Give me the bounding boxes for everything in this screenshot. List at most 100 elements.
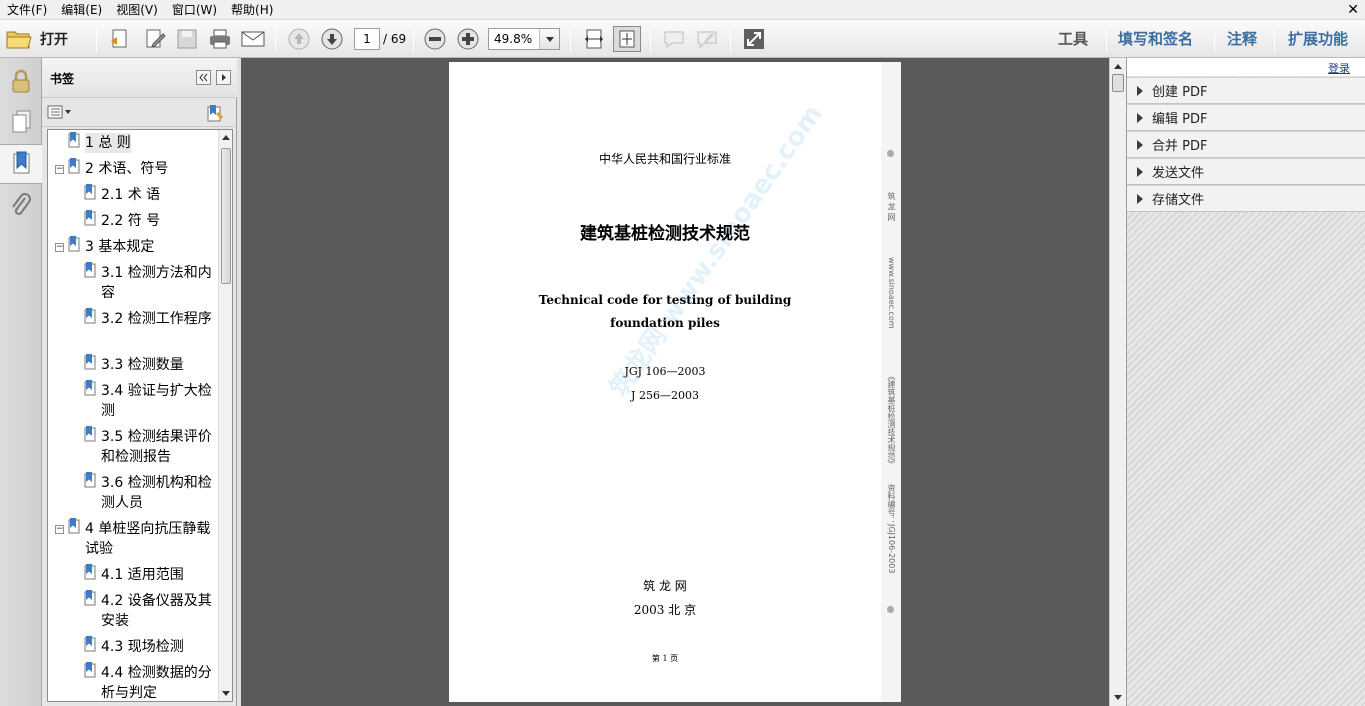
expand-icon — [744, 29, 764, 49]
bookmark-item[interactable]: 4 单桩竖向抗压静载试验 — [68, 518, 218, 559]
scroll-up-icon[interactable] — [222, 134, 230, 140]
scroll-down-icon[interactable] — [1114, 695, 1122, 701]
menu-view[interactable]: 视图(V) — [109, 0, 165, 20]
task-edit-pdf[interactable]: 编辑 PDF — [1127, 104, 1365, 131]
tab-extended[interactable]: 扩展功能 — [1288, 28, 1348, 50]
folder-icon — [6, 31, 32, 49]
scroll-up-icon[interactable] — [1114, 63, 1122, 69]
options-menu-button[interactable] — [47, 105, 73, 122]
zoom-value: 49.8% — [494, 32, 533, 46]
toolbar: 打开 1 / 69 49.8% 工具 填写和签名 注释 扩展功能 — [0, 20, 1365, 58]
bookmark-item[interactable]: 3.1 检测方法和内容 — [84, 262, 214, 303]
fit-width-icon — [585, 29, 603, 49]
menu-window[interactable]: 窗口(W) — [165, 0, 224, 20]
bookmarks-button[interactable] — [0, 144, 43, 184]
expand-triangle-icon — [1137, 166, 1143, 177]
bookmark-item[interactable]: 3.2 检测工作程序 — [84, 308, 214, 329]
bookmark-item[interactable]: 2 术语、符号 — [68, 158, 228, 179]
scroll-down-icon[interactable] — [222, 691, 230, 697]
bookmark-icon — [68, 158, 80, 174]
bookmark-icon — [84, 426, 96, 442]
collapse-panel-button[interactable] — [196, 70, 211, 85]
document-view[interactable]: 筑龙网 www.sinoaec.com 中华人民共和国行业标准 建筑基桩检测技术… — [241, 58, 1109, 706]
side-text-3: 《建筑基桩检测技术规范》 — [887, 372, 896, 468]
bookmark-item[interactable]: 4.1 适用范围 — [84, 564, 214, 585]
scroll-thumb[interactable] — [1112, 74, 1124, 92]
bookmark-item[interactable]: 3.4 验证与扩大检测 — [84, 380, 214, 421]
bookmark-item[interactable]: 4.2 设备仪器及其安装 — [84, 590, 214, 631]
bookmark-icon — [84, 472, 96, 488]
bookmark-item[interactable]: 1 总 则 — [68, 132, 228, 153]
bookmarks-header: 书签 — [42, 58, 237, 98]
bookmark-item[interactable]: 3.3 检测数量 — [84, 354, 214, 375]
fit-width-button[interactable] — [580, 26, 608, 52]
next-page-button[interactable] — [318, 26, 346, 52]
fit-page-button[interactable] — [613, 26, 641, 52]
bookmark-item[interactable]: 2.1 术 语 — [84, 184, 214, 205]
login-link[interactable]: 登录 — [1328, 60, 1350, 76]
tab-tools[interactable]: 工具 — [1058, 28, 1088, 50]
fullscreen-button[interactable] — [740, 26, 768, 52]
pages-button[interactable] — [0, 102, 42, 142]
side-text-2: www.sinoaec.com — [887, 257, 896, 329]
toolbar-separator — [1106, 28, 1107, 52]
bookmark-icon — [84, 184, 96, 200]
tab-comment[interactable]: 注释 — [1227, 28, 1257, 50]
bookmark-item[interactable]: 3.5 检测结果评价和检测报告 — [84, 426, 214, 467]
menu-help[interactable]: 帮助(H) — [224, 0, 280, 20]
bookmark-icon — [84, 354, 96, 370]
toolbar-separator — [650, 28, 651, 52]
menu-edit[interactable]: 编辑(E) — [54, 0, 109, 20]
edit-button[interactable] — [141, 26, 169, 52]
email-button[interactable] — [239, 26, 267, 52]
zoom-select[interactable]: 49.8% — [488, 28, 560, 50]
save-button[interactable] — [173, 26, 201, 52]
bookmark-item[interactable]: 3 基本规定 — [68, 236, 228, 257]
print-button[interactable] — [206, 26, 234, 52]
collapse-icon[interactable]: − — [55, 525, 64, 534]
create-button[interactable] — [106, 26, 134, 52]
bookmark-item[interactable]: 4.4 检测数据的分析与判定 — [84, 662, 214, 701]
attachments-button[interactable] — [0, 186, 42, 226]
bookmark-icon — [84, 662, 96, 678]
task-create-pdf[interactable]: 创建 PDF — [1127, 77, 1365, 104]
collapse-icon[interactable]: − — [55, 165, 64, 174]
standard-header: 中华人民共和国行业标准 — [598, 152, 731, 166]
task-store-file[interactable]: 存储文件 — [1127, 185, 1365, 212]
bookmark-icon — [84, 262, 96, 278]
bookmark-from-selection-button[interactable] — [206, 104, 224, 125]
bookmark-icon — [84, 636, 96, 652]
chevron-down-icon[interactable] — [539, 29, 559, 49]
toolbar-separator — [1214, 28, 1215, 52]
pdf-page: 筑龙网 www.sinoaec.com 中华人民共和国行业标准 建筑基桩检测技术… — [449, 62, 901, 702]
task-send-file[interactable]: 发送文件 — [1127, 158, 1365, 185]
tab-fill-sign[interactable]: 填写和签名 — [1118, 28, 1193, 50]
document-scrollbar[interactable] — [1109, 58, 1126, 706]
page-number-input[interactable]: 1 — [354, 28, 380, 50]
arrow-down-icon — [321, 28, 343, 50]
side-text-1: 筑 龙 网 — [887, 192, 896, 222]
menu-file[interactable]: 文件(F) — [0, 0, 54, 20]
bookmark-item[interactable]: 2.2 符 号 — [84, 210, 214, 231]
prev-page-button[interactable] — [285, 26, 313, 52]
bookmark-icon — [84, 308, 96, 324]
standard-code-jgj: JGJ 106—2003 — [624, 365, 706, 378]
security-button[interactable] — [0, 62, 42, 102]
collapse-icon[interactable]: − — [55, 243, 64, 252]
bookmark-item[interactable]: 3.6 检测机构和检测人员 — [84, 472, 214, 513]
envelope-icon — [241, 31, 265, 47]
publisher: 筑 龙 网 — [643, 579, 687, 593]
toolbar-separator — [730, 28, 731, 52]
close-icon[interactable]: ✕ — [1347, 0, 1359, 20]
zoom-in-button[interactable] — [454, 26, 482, 52]
open-button[interactable]: 打开 — [6, 26, 86, 52]
panel-next-button[interactable] — [216, 70, 231, 85]
triangle-right-icon — [222, 74, 226, 81]
highlight-button[interactable] — [693, 26, 721, 52]
task-combine-pdf[interactable]: 合并 PDF — [1127, 131, 1365, 158]
comment-button[interactable] — [660, 26, 688, 52]
bookmark-scrollbar[interactable] — [218, 130, 232, 701]
scroll-thumb[interactable] — [221, 148, 231, 284]
bookmark-item[interactable]: 4.3 现场检测 — [84, 636, 214, 657]
zoom-out-button[interactable] — [421, 26, 449, 52]
